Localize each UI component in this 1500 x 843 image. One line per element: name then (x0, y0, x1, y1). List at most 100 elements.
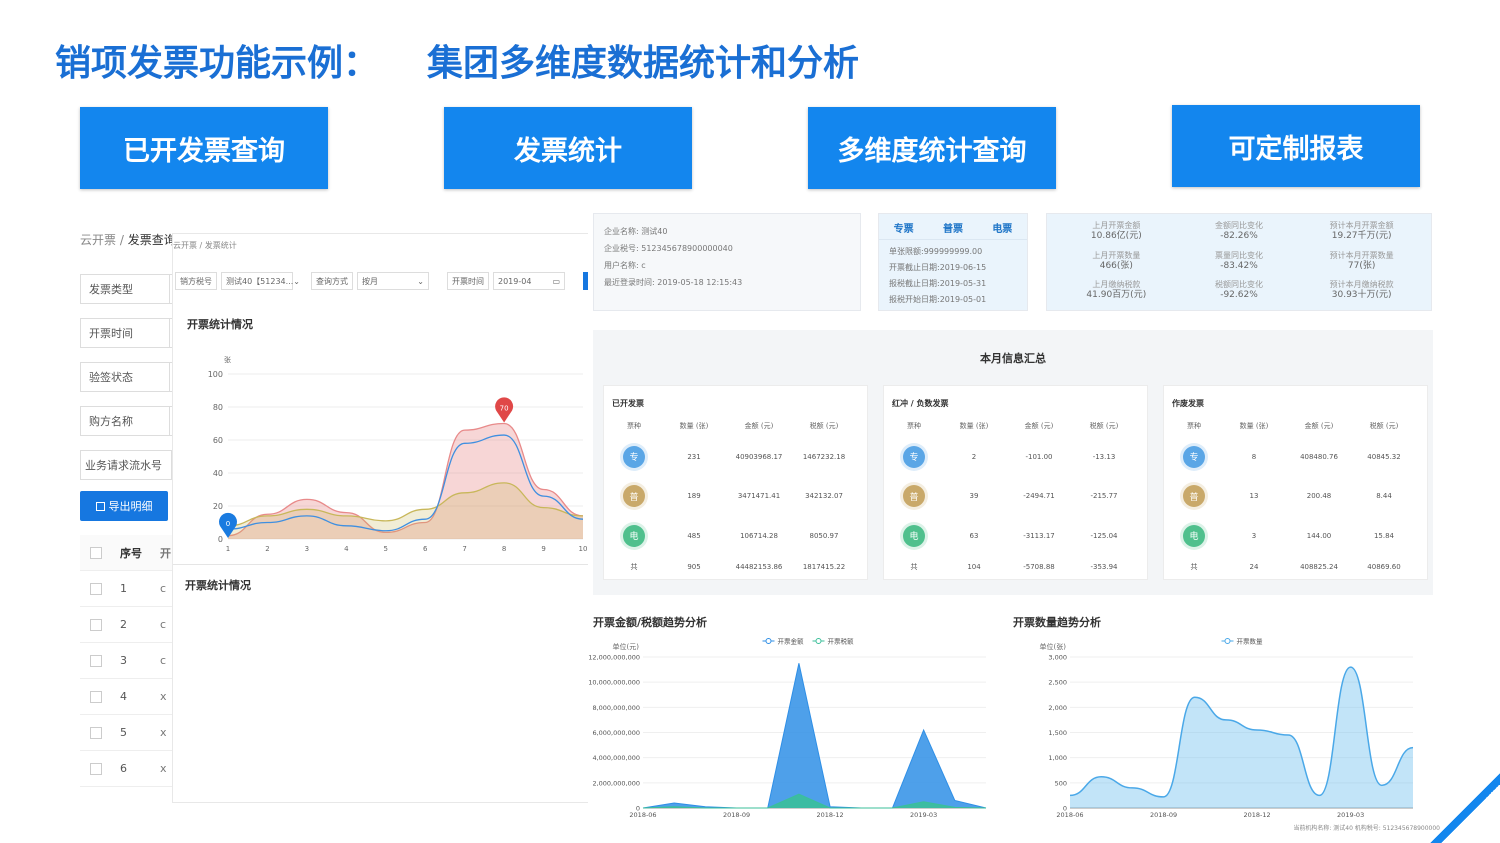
kpi-label: 上月缴纳税款 (1092, 280, 1141, 290)
divider (173, 564, 591, 565)
invoice-type-icon: 普 (1183, 485, 1205, 508)
summary-cell: 200.48 (1306, 492, 1332, 501)
row-no: 1 (120, 582, 127, 595)
kpi-value: 466(张) (1099, 260, 1133, 271)
summary-cell: -13.13 (1092, 452, 1116, 461)
filter-serial-no[interactable]: 业务请求流水号 (80, 450, 172, 480)
export-icon (95, 501, 105, 511)
summary-cell: 专 (1164, 437, 1224, 477)
summary-total-cell: 共 (630, 562, 638, 571)
amount-tax-area-chart: 单位(元)02,000,000,0004,000,000,0006,000,00… (588, 637, 987, 819)
row-checkbox[interactable] (90, 618, 102, 631)
table-row[interactable]: 5x (80, 715, 172, 751)
row-checkbox[interactable] (90, 690, 102, 703)
y-tick-label: 500 (1055, 779, 1067, 787)
legend-marker (765, 638, 772, 644)
summary-cell: 普 (884, 477, 944, 517)
kpi-label: 金额同比变化 (1214, 221, 1263, 230)
summary-total-cell: 24 (1249, 562, 1259, 571)
chart-title: 开票统计情况 (187, 318, 253, 331)
select-all-checkbox[interactable] (90, 546, 102, 559)
tab-dian[interactable]: 电票 (992, 220, 1012, 235)
row-checkbox[interactable] (90, 654, 102, 667)
table-row[interactable]: 6x (80, 751, 172, 787)
summary-cell: 专 (604, 437, 664, 477)
summary-col-header: 金额 (元) (1304, 422, 1334, 430)
invoice-type-icon: 普 (903, 485, 925, 508)
kpi-item: 预计本月开票金额 19.27千万(元) (1300, 220, 1423, 245)
export-detail-button[interactable]: 导出明细 (80, 491, 168, 521)
tax-no-select[interactable]: 测试40【51234... ⌄ (221, 272, 300, 290)
invoice-stats-button[interactable]: 发票统计 (444, 107, 692, 189)
legend-label: 开票税额 (828, 637, 855, 646)
x-tick-label: 6 (423, 545, 428, 553)
summary-box: 已开发票 票种 数量 (张) 金额 (元) 税额 (元) 专 231 40903968.17 1… (603, 385, 868, 580)
calendar-icon: ▭ (552, 276, 560, 286)
summary-cell: 8.44 (1376, 492, 1392, 501)
breadcrumb-root[interactable]: 云开票 (80, 233, 116, 247)
kpi-value: 77(张) (1347, 260, 1376, 271)
tax-no-label: 销方税号 (175, 272, 217, 290)
kpi-value: -82.26% (1220, 231, 1258, 241)
summary-cell: 39 (969, 492, 979, 501)
company-info-card: 企业名称: 测试40 企业税号: 512345678900000040 用户名称… (593, 213, 861, 311)
quota-issue-deadline: 开票截止日期:2019-06-15 (889, 263, 987, 272)
filter-label: 发票类型 (80, 274, 170, 304)
x-tick-label: 2018-12 (817, 811, 844, 819)
time-picker[interactable]: 2019-04 ▭ (493, 272, 565, 290)
kpi-label: 预计本月缴纳税款 (1329, 280, 1394, 290)
summary-grid: 票种 数量 (张) 金额 (元) 税额 (元) 专 231 40903968.17 14672… (604, 415, 867, 578)
multi-dim-query-button[interactable]: 多维度统计查询 (808, 107, 1056, 189)
summary-title: 本月信息汇总 (980, 352, 1046, 365)
mode-select[interactable]: 按月 ⌄ (357, 272, 429, 290)
summary-cell: 电 (604, 516, 664, 556)
table-row[interactable]: 4x (80, 679, 172, 715)
tab-zhuan[interactable]: 专票 (894, 220, 914, 235)
row-no: 3 (120, 654, 127, 667)
kpi-label: 票量同比变化 (1214, 250, 1263, 260)
slide-title: 销项发票功能示例： 集团多维度数据统计和分析 (55, 34, 859, 86)
row-checkbox[interactable] (90, 726, 102, 739)
y-tick-label: 100 (208, 370, 223, 379)
filter-label: 购方名称 (80, 406, 170, 436)
row-checkbox[interactable] (90, 582, 102, 595)
x-tick-label: 2019-03 (910, 811, 937, 819)
chart-title-2: 开票统计情况 (185, 579, 251, 592)
x-tick-label: 1 (226, 545, 230, 553)
table-row[interactable]: 2c (80, 607, 172, 643)
summary-cell: -3113.17 (1023, 531, 1055, 540)
tab-pu[interactable]: 普票 (943, 220, 963, 235)
kpi-card: 上月开票金额 10.86亿(元) 金额同比变化 -82.26% 预计本月开票金额 19… (1046, 213, 1432, 311)
invoice-type-icon: 专 (623, 445, 645, 468)
kpi-item: 金额同比变化 -82.26% (1178, 220, 1301, 245)
summary-col-header: 票种 (627, 422, 641, 430)
summary-cell: -2494.71 (1023, 492, 1055, 501)
summary-cell: 342132.07 (805, 492, 843, 501)
custom-report-button[interactable]: 可定制报表 (1172, 105, 1420, 187)
table-row[interactable]: 1c (80, 571, 172, 607)
filter-label: 开票时间 (80, 318, 170, 348)
breadcrumb-sep: / (119, 233, 124, 247)
summary-cell: 408480.76 (1300, 452, 1338, 461)
table-row[interactable]: 3c (80, 643, 172, 679)
kpi-value: -83.42% (1220, 260, 1258, 271)
y-tick-label: 1,000 (1048, 754, 1067, 762)
summary-cell: 电 (884, 516, 944, 556)
invoice-table: 序号 开 1c 2c 3c 4x 5x 6x (80, 535, 172, 787)
summary-cell: 普 (1164, 477, 1224, 517)
row-checkbox[interactable] (90, 762, 102, 775)
time-label: 开票时间 (447, 272, 489, 290)
footer-org-info: 当前机构名称: 测试40 机构税号: 512345678900000 (1293, 825, 1440, 832)
y-tick-label: 2,000 (1048, 704, 1067, 712)
summary-total-cell: 905 (687, 562, 701, 571)
summary-col-header: 数量 (张) (959, 422, 989, 430)
filter-label: 业务请求流水号 (80, 450, 172, 480)
invoice-query-button[interactable]: 已开发票查询 (80, 107, 328, 189)
kpi-label: 预计本月开票金额 (1329, 221, 1394, 230)
summary-cell: 3471471.41 (737, 492, 781, 501)
row-cell: x (160, 690, 167, 703)
kpi-item: 上月缴纳税款 41.90百万(元) (1055, 279, 1178, 304)
summary-cell: 普 (604, 477, 664, 517)
kpi-value: 41.90百万(元) (1086, 290, 1147, 301)
kpi-label: 预计本月开票数量 (1329, 250, 1394, 260)
